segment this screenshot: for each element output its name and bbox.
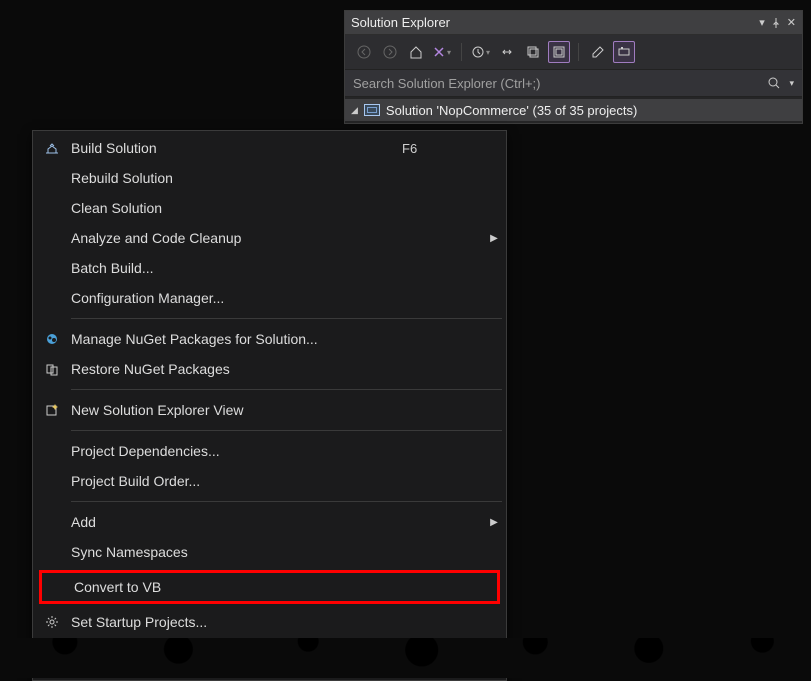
menu-label: Analyze and Code Cleanup — [71, 230, 402, 246]
solution-context-menu: Build Solution F6 Rebuild Solution Clean… — [32, 130, 507, 681]
menu-manage-nuget[interactable]: Manage NuGet Packages for Solution... — [33, 324, 506, 354]
pending-changes-icon[interactable] — [470, 41, 492, 63]
solution-explorer-titlebar: Solution Explorer ▾ ✕ — [345, 11, 802, 35]
menu-set-startup-projects[interactable]: Set Startup Projects... — [33, 607, 506, 637]
expand-caret-icon[interactable]: ◢ — [351, 105, 358, 116]
menu-batch-build[interactable]: Batch Build... — [33, 253, 506, 283]
menu-label: New Solution Explorer View — [71, 402, 402, 418]
switch-views-icon[interactable] — [431, 41, 453, 63]
menu-build-solution[interactable]: Build Solution F6 — [33, 133, 506, 163]
menu-label: Configuration Manager... — [71, 290, 402, 306]
menu-separator — [71, 318, 502, 319]
nuget-icon — [33, 332, 71, 346]
sync-icon[interactable] — [496, 41, 518, 63]
menu-new-explorer-view[interactable]: New Solution Explorer View — [33, 395, 506, 425]
solution-tree: ◢ Solution 'NopCommerce' (35 of 35 proje… — [345, 97, 802, 123]
toolbar-separator — [461, 43, 462, 61]
toolbar-separator — [578, 43, 579, 61]
menu-separator — [71, 389, 502, 390]
menu-clean-solution[interactable]: Clean Solution — [33, 193, 506, 223]
menu-configuration-manager[interactable]: Configuration Manager... — [33, 283, 506, 313]
search-placeholder: Search Solution Explorer (Ctrl+;) — [353, 76, 541, 91]
highlighted-menu-item: Convert to VB — [39, 570, 500, 604]
build-icon — [33, 140, 71, 156]
search-icon[interactable] — [767, 76, 781, 90]
show-all-files-icon[interactable] — [522, 41, 544, 63]
window-controls: ▾ ✕ — [759, 16, 796, 29]
new-view-icon — [33, 403, 71, 417]
menu-convert-to-vb[interactable]: Convert to VB — [42, 573, 497, 601]
menu-sync-namespaces[interactable]: Sync Namespaces — [33, 537, 506, 567]
menu-analyze-code-cleanup[interactable]: Analyze and Code Cleanup ▶ — [33, 223, 506, 253]
pin-icon[interactable] — [771, 18, 781, 28]
menu-label: Restore NuGet Packages — [71, 361, 402, 377]
collapse-all-icon[interactable] — [548, 41, 570, 63]
menu-project-dependencies[interactable]: Project Dependencies... — [33, 436, 506, 466]
solution-root-node[interactable]: ◢ Solution 'NopCommerce' (35 of 35 proje… — [345, 99, 802, 121]
menu-separator — [71, 501, 502, 502]
menu-label: Set Startup Projects... — [71, 614, 402, 630]
torn-edge-decoration — [0, 638, 811, 678]
menu-label: Add — [71, 514, 402, 530]
menu-label: Batch Build... — [71, 260, 402, 276]
submenu-arrow-icon: ▶ — [482, 517, 506, 528]
solution-explorer-toolbar — [345, 35, 802, 69]
menu-label: Rebuild Solution — [71, 170, 402, 186]
menu-restore-nuget[interactable]: Restore NuGet Packages — [33, 354, 506, 384]
restore-nuget-icon — [33, 362, 71, 376]
solution-explorer-panel: Solution Explorer ▾ ✕ Search Solution Ex… — [344, 10, 803, 124]
solution-root-label: Solution 'NopCommerce' (35 of 35 project… — [386, 103, 637, 118]
gear-icon — [33, 615, 71, 629]
menu-project-build-order[interactable]: Project Build Order... — [33, 466, 506, 496]
home-icon[interactable] — [405, 41, 427, 63]
submenu-arrow-icon: ▶ — [482, 233, 506, 244]
menu-separator — [71, 430, 502, 431]
menu-shortcut: F6 — [402, 141, 482, 156]
menu-label: Sync Namespaces — [71, 544, 402, 560]
close-icon[interactable]: ✕ — [787, 16, 796, 29]
menu-label: Project Dependencies... — [71, 443, 402, 459]
menu-rebuild-solution[interactable]: Rebuild Solution — [33, 163, 506, 193]
back-icon[interactable] — [353, 41, 375, 63]
menu-label: Manage NuGet Packages for Solution... — [71, 331, 402, 347]
solution-icon — [364, 104, 380, 116]
solution-explorer-title: Solution Explorer — [351, 15, 450, 30]
menu-label: Convert to VB — [74, 579, 393, 595]
menu-label: Build Solution — [71, 140, 402, 156]
properties-icon[interactable] — [587, 41, 609, 63]
window-menu-icon[interactable]: ▾ — [759, 16, 765, 29]
menu-label: Project Build Order... — [71, 473, 402, 489]
preview-icon[interactable] — [613, 41, 635, 63]
forward-icon[interactable] — [379, 41, 401, 63]
search-dropdown-icon[interactable]: ▾ — [789, 78, 794, 89]
search-solution-explorer[interactable]: Search Solution Explorer (Ctrl+;) ▾ — [345, 69, 802, 97]
menu-label: Clean Solution — [71, 200, 402, 216]
menu-add[interactable]: Add ▶ — [33, 507, 506, 537]
